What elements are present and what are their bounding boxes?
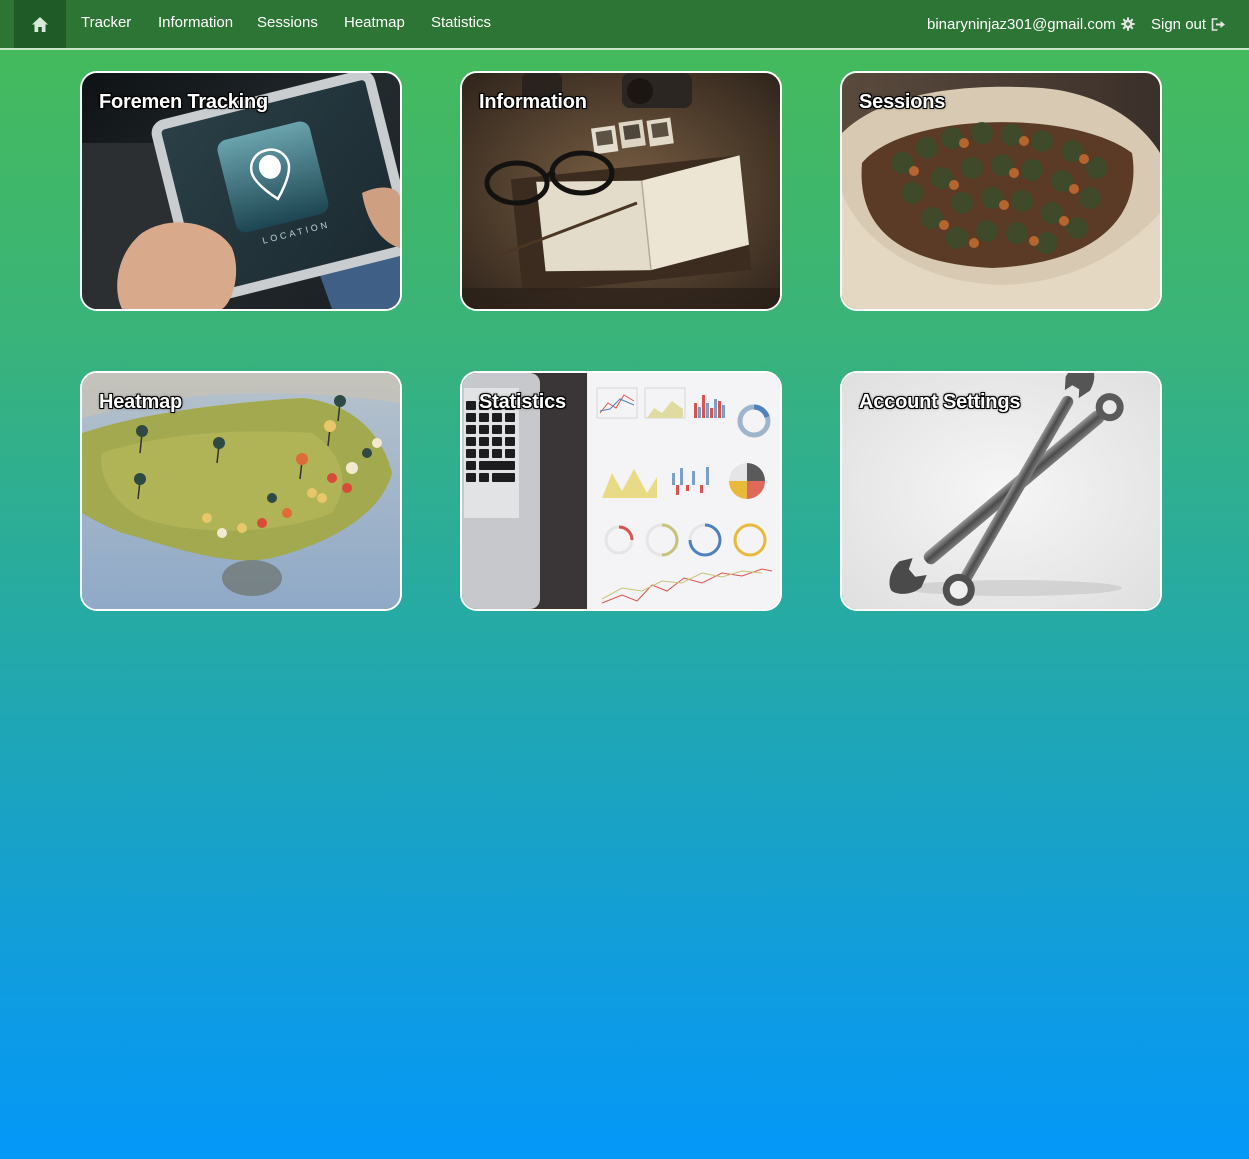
- nav-link-sessions[interactable]: Sessions: [257, 0, 318, 48]
- sign-out-label: Sign out: [1151, 15, 1207, 33]
- nav-link-information[interactable]: Information: [158, 0, 233, 48]
- nav-link-tracker[interactable]: Tracker: [81, 0, 131, 48]
- account-settings-link[interactable]: binaryninjaz301@gmail.com: [927, 0, 1135, 48]
- sign-out-link[interactable]: Sign out: [1151, 0, 1226, 48]
- card-heatmap[interactable]: Heatmap: [80, 371, 402, 611]
- card-title: Information: [479, 91, 587, 113]
- card-statistics[interactable]: Statistics: [460, 371, 782, 611]
- card-title: Heatmap: [99, 391, 183, 413]
- user-email: binaryninjaz301@gmail.com: [927, 15, 1116, 33]
- home-button[interactable]: [14, 0, 66, 48]
- card-account-settings[interactable]: Account Settings: [840, 371, 1162, 611]
- card-title: Foremen Tracking: [99, 91, 269, 113]
- home-icon: [32, 16, 48, 32]
- gear-icon: [1120, 17, 1135, 31]
- card-sessions[interactable]: Sessions: [840, 71, 1162, 311]
- card-foremen-tracking[interactable]: LOCATION Foremen Tracking: [80, 71, 402, 311]
- card-information[interactable]: Information: [460, 71, 782, 311]
- nav-link-statistics[interactable]: Statistics: [431, 0, 491, 48]
- card-title: Statistics: [479, 391, 566, 413]
- top-navbar: Tracker Information Sessions Heatmap Sta…: [0, 0, 1249, 50]
- card-title: Account Settings: [859, 391, 1021, 413]
- nav-link-heatmap[interactable]: Heatmap: [344, 0, 405, 48]
- card-title: Sessions: [859, 91, 946, 113]
- log-out-icon: [1211, 17, 1226, 31]
